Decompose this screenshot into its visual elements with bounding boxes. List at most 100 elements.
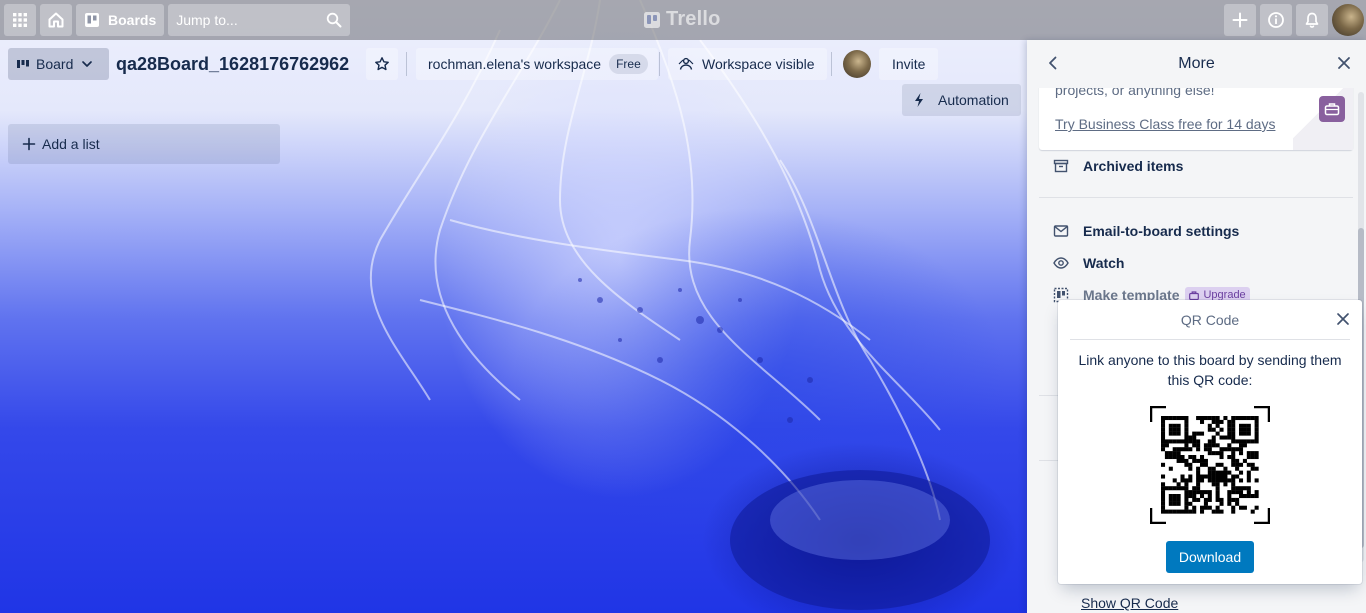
close-icon[interactable] <box>1336 312 1350 326</box>
board-member-avatar[interactable] <box>843 50 871 78</box>
qr-module <box>1161 482 1166 487</box>
qr-module <box>1168 423 1173 428</box>
qr-module <box>1161 416 1166 421</box>
download-button[interactable]: Download <box>1166 541 1254 573</box>
apps-button[interactable] <box>4 4 36 36</box>
qr-module <box>1176 431 1181 436</box>
close-icon[interactable] <box>1336 55 1352 71</box>
qr-module <box>1184 494 1189 499</box>
qr-module <box>1188 455 1193 460</box>
qr-module <box>1161 490 1166 495</box>
qr-module <box>1200 490 1205 495</box>
search-input[interactable]: Jump to... <box>168 4 351 36</box>
qr-module <box>1200 505 1205 510</box>
qr-module <box>1219 497 1224 502</box>
qr-module <box>1196 486 1201 491</box>
qr-module <box>1192 486 1197 491</box>
qr-module <box>1188 447 1193 452</box>
qr-module <box>1192 439 1197 444</box>
qr-module <box>1250 455 1255 460</box>
qr-module <box>1180 455 1185 460</box>
qr-module <box>1215 443 1220 448</box>
qr-module <box>1172 478 1177 483</box>
automation-button[interactable]: Automation <box>902 84 1021 116</box>
qr-module <box>1227 447 1232 452</box>
member-avatar[interactable] <box>1332 4 1364 36</box>
back-arrow-icon[interactable] <box>1045 55 1061 71</box>
qr-module <box>1180 486 1185 491</box>
qr-module <box>1184 458 1189 463</box>
sidebar-item-label: Email-to-board settings <box>1083 223 1240 239</box>
qr-module <box>1246 455 1251 460</box>
popover-header: QR Code <box>1070 300 1350 340</box>
qr-module <box>1161 509 1166 514</box>
sidebar-item-archived[interactable]: Archived items <box>1053 154 1183 178</box>
qr-module <box>1196 431 1201 436</box>
board-title[interactable]: qa28Board_1628176762962 <box>116 48 349 80</box>
qr-module <box>1231 458 1236 463</box>
qr-module <box>1231 462 1236 467</box>
qr-module <box>1231 435 1236 440</box>
add-list-button[interactable]: Add a list <box>8 124 280 164</box>
qr-module <box>1239 443 1244 448</box>
qr-module <box>1250 466 1255 471</box>
qr-module <box>1215 451 1220 456</box>
visibility-button[interactable]: Workspace visible <box>668 48 827 80</box>
sidebar-item-watch[interactable]: Watch <box>1053 251 1124 275</box>
qr-module <box>1239 470 1244 475</box>
boards-button[interactable]: Boards <box>76 4 165 36</box>
qr-module <box>1211 474 1216 479</box>
qr-module <box>1176 455 1181 460</box>
qr-module <box>1192 490 1197 495</box>
qr-module <box>1176 458 1181 463</box>
qr-module <box>1235 439 1240 444</box>
workspace-button[interactable]: rochman.elena's workspace Free <box>416 48 658 80</box>
trello-logo[interactable]: Trello <box>644 8 721 31</box>
qr-module <box>1254 416 1259 421</box>
qr-module <box>1227 470 1232 475</box>
qr-module <box>1192 458 1197 463</box>
info-button[interactable] <box>1260 4 1292 36</box>
create-button[interactable] <box>1224 4 1256 36</box>
qr-module <box>1203 458 1208 463</box>
qr-module <box>1239 462 1244 467</box>
qr-module <box>1184 423 1189 428</box>
home-button[interactable] <box>40 4 72 36</box>
qr-module <box>1215 419 1220 424</box>
qr-module <box>1215 497 1220 502</box>
qr-module <box>1211 427 1216 432</box>
qr-module <box>1203 490 1208 495</box>
invite-button[interactable]: Invite <box>879 48 939 80</box>
workspace-plan-badge: Free <box>609 54 648 74</box>
qr-module <box>1254 466 1259 471</box>
qr-module <box>1239 439 1244 444</box>
show-qr-code-link[interactable]: Show QR Code <box>1081 595 1178 611</box>
qr-module <box>1180 478 1185 483</box>
qr-module <box>1161 447 1166 452</box>
qr-module <box>1231 509 1236 514</box>
plus-icon <box>1232 12 1248 28</box>
boards-label: Boards <box>108 12 157 28</box>
qr-module <box>1161 435 1166 440</box>
qr-module <box>1184 431 1189 436</box>
qr-module <box>1250 439 1255 444</box>
qr-module <box>1196 416 1201 421</box>
qr-module <box>1223 435 1228 440</box>
star-board-button[interactable] <box>366 48 398 80</box>
qr-module <box>1223 478 1228 483</box>
qr-module <box>1172 509 1177 514</box>
qr-module <box>1235 458 1240 463</box>
qr-module <box>1207 470 1212 475</box>
qr-module <box>1250 494 1255 499</box>
qr-module <box>1254 431 1259 436</box>
qr-module <box>1235 474 1240 479</box>
star-icon <box>375 57 389 71</box>
sidebar-item-email-to-board[interactable]: Email-to-board settings <box>1053 219 1239 243</box>
promo-trial-link[interactable]: Try Business Class free for 14 days <box>1055 116 1275 132</box>
board-view-switcher[interactable]: Board <box>8 48 110 80</box>
qr-module <box>1184 486 1189 491</box>
qr-module <box>1161 497 1166 502</box>
notifications-button[interactable] <box>1296 4 1328 36</box>
qr-module <box>1172 501 1177 506</box>
qr-module <box>1239 423 1244 428</box>
